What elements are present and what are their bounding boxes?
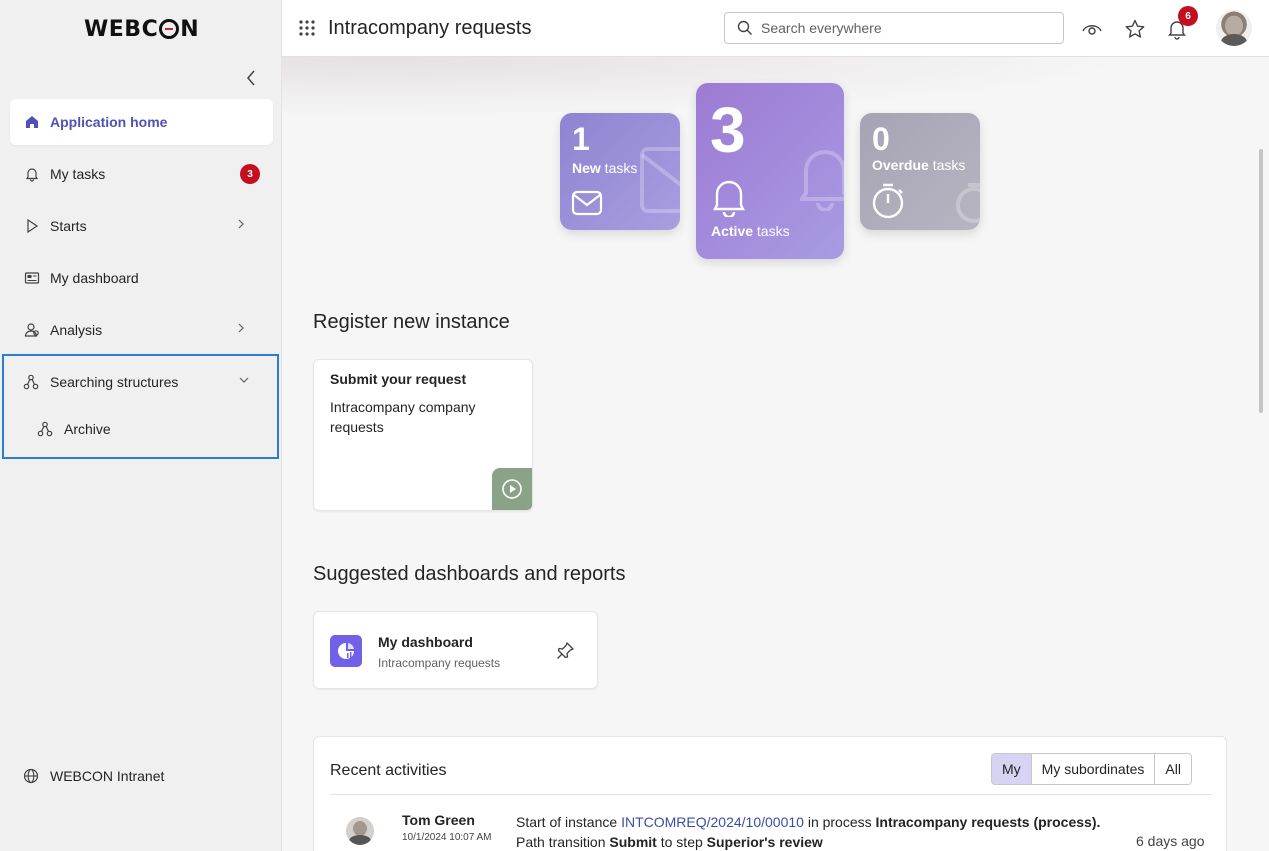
- start-card-description: Intracompany company requests: [330, 399, 476, 435]
- recent-activities-card: Recent activities My My subordinates All…: [313, 736, 1227, 851]
- grid-icon: [299, 20, 315, 36]
- app-launcher-button[interactable]: [298, 19, 316, 37]
- sidebar-item-label: My tasks: [50, 166, 106, 182]
- activity-relative-time: 6 days ago: [1136, 833, 1205, 849]
- globe-icon: [23, 767, 41, 785]
- searching-structures-section: Searching structures Archive: [2, 354, 279, 459]
- envelope-watermark-icon: [640, 147, 680, 213]
- sidebar-item-label: Application home: [50, 114, 168, 130]
- collapse-sidebar-button[interactable]: [238, 66, 264, 90]
- filter-all[interactable]: All: [1154, 754, 1191, 784]
- star-icon: [1125, 19, 1145, 38]
- activity-filter: My My subordinates All: [991, 753, 1192, 785]
- dashboard-card-subtitle: Intracompany requests: [378, 656, 501, 670]
- global-search[interactable]: [724, 12, 1064, 44]
- sidebar-item-label: My dashboard: [50, 270, 139, 286]
- stopwatch-watermark-icon: [956, 183, 980, 223]
- register-section-heading: Register new instance: [313, 311, 510, 333]
- active-tasks-count: 3: [710, 94, 746, 166]
- sidebar-item-analysis[interactable]: Analysis: [10, 307, 273, 353]
- sidebar-item-label: Archive: [64, 421, 111, 437]
- chevron-right-icon: [238, 323, 244, 333]
- chevron-right-icon: [238, 219, 244, 229]
- sidebar-item-my-tasks[interactable]: My tasks 3: [10, 151, 273, 197]
- page-title: Intracompany requests: [328, 17, 532, 39]
- eye-icon: [1082, 25, 1102, 35]
- sidebar: WEBC N Application home My tasks 3 Starts: [0, 0, 282, 851]
- chevron-down-icon[interactable]: [238, 376, 250, 384]
- dashboard-card-title: My dashboard: [378, 634, 473, 650]
- search-input[interactable]: [761, 20, 1041, 36]
- search-icon: [737, 20, 752, 35]
- overdue-tasks-count: 0: [872, 121, 890, 157]
- play-circle-icon: [502, 479, 522, 499]
- chevron-left-icon: [247, 70, 255, 86]
- pin-button[interactable]: [554, 640, 576, 662]
- watch-button[interactable]: [1080, 17, 1104, 41]
- activity-timestamp: 10/1/2024 10:07 AM: [402, 832, 492, 843]
- sidebar-item-label: Starts: [50, 218, 87, 234]
- envelope-icon: [571, 190, 603, 216]
- sidebar-item-archive[interactable]: Archive: [37, 420, 111, 438]
- report-chart-icon: [330, 635, 362, 667]
- bell-icon: [23, 165, 41, 183]
- sidebar-item-my-dashboard[interactable]: My dashboard: [10, 255, 273, 301]
- pin-icon: [557, 642, 574, 659]
- divider: [330, 794, 1212, 795]
- analysis-icon: [23, 321, 41, 339]
- sidebar-item-label: Searching structures: [50, 374, 179, 390]
- overdue-tasks-label: Overdue tasks: [872, 157, 966, 173]
- recent-activities-heading: Recent activities: [330, 762, 447, 779]
- notifications-badge: 6: [1178, 6, 1198, 26]
- active-tasks-label: Active tasks: [711, 223, 790, 239]
- home-icon: [23, 113, 41, 131]
- filter-my[interactable]: My: [992, 754, 1031, 784]
- play-icon: [23, 217, 41, 235]
- suggested-section-heading: Suggested dashboards and reports: [313, 563, 626, 585]
- start-instance-card[interactable]: Submit your request Intracompany company…: [313, 359, 533, 511]
- sidebar-item-application-home[interactable]: Application home: [10, 99, 273, 145]
- instance-link[interactable]: INTCOMREQ/2024/10/00010: [621, 814, 804, 830]
- scrollbar[interactable]: [1259, 149, 1263, 413]
- user-avatar[interactable]: [1216, 10, 1252, 46]
- dashboard-icon: [23, 269, 41, 287]
- sidebar-item-starts[interactable]: Starts: [10, 203, 273, 249]
- sidebar-item-webcon-intranet[interactable]: WEBCON Intranet: [23, 767, 164, 785]
- start-card-title: Submit your request: [330, 371, 467, 387]
- my-tasks-count-badge: 3: [240, 164, 260, 184]
- favorites-button[interactable]: [1123, 17, 1147, 41]
- activity-description: Start of instance INTCOMREQ/2024/10/0001…: [516, 814, 1101, 850]
- overdue-tasks-tile[interactable]: 0 Overdue tasks: [860, 113, 980, 230]
- hierarchy-icon: [37, 420, 55, 438]
- new-tasks-label: New tasks: [572, 160, 638, 176]
- main-content: 1 New tasks 3 Active tasks 0 Overdue tas…: [282, 57, 1269, 851]
- webcon-logo[interactable]: WEBC N: [84, 16, 199, 42]
- stopwatch-icon: [872, 183, 904, 219]
- top-header: Intracompany requests 6: [282, 0, 1269, 57]
- sidebar-nav: Application home My tasks 3 Starts My da…: [10, 99, 273, 359]
- sidebar-item-label: WEBCON Intranet: [50, 768, 165, 784]
- activity-user-name: Tom Green: [402, 812, 475, 828]
- sidebar-item-searching-structures[interactable]: Searching structures: [23, 373, 178, 391]
- sidebar-item-label: Analysis: [50, 322, 103, 338]
- start-instance-button[interactable]: [492, 468, 532, 510]
- hierarchy-icon: [23, 373, 41, 391]
- new-tasks-tile[interactable]: 1 New tasks: [560, 113, 680, 230]
- active-tasks-tile[interactable]: 3 Active tasks: [696, 83, 844, 259]
- filter-my-subordinates[interactable]: My subordinates: [1030, 754, 1155, 784]
- activity-user-avatar: [346, 817, 374, 845]
- bell-icon: [713, 180, 745, 217]
- dashboard-card[interactable]: My dashboard Intracompany requests: [313, 611, 598, 689]
- bell-watermark-icon: [800, 150, 844, 211]
- new-tasks-count: 1: [572, 121, 590, 157]
